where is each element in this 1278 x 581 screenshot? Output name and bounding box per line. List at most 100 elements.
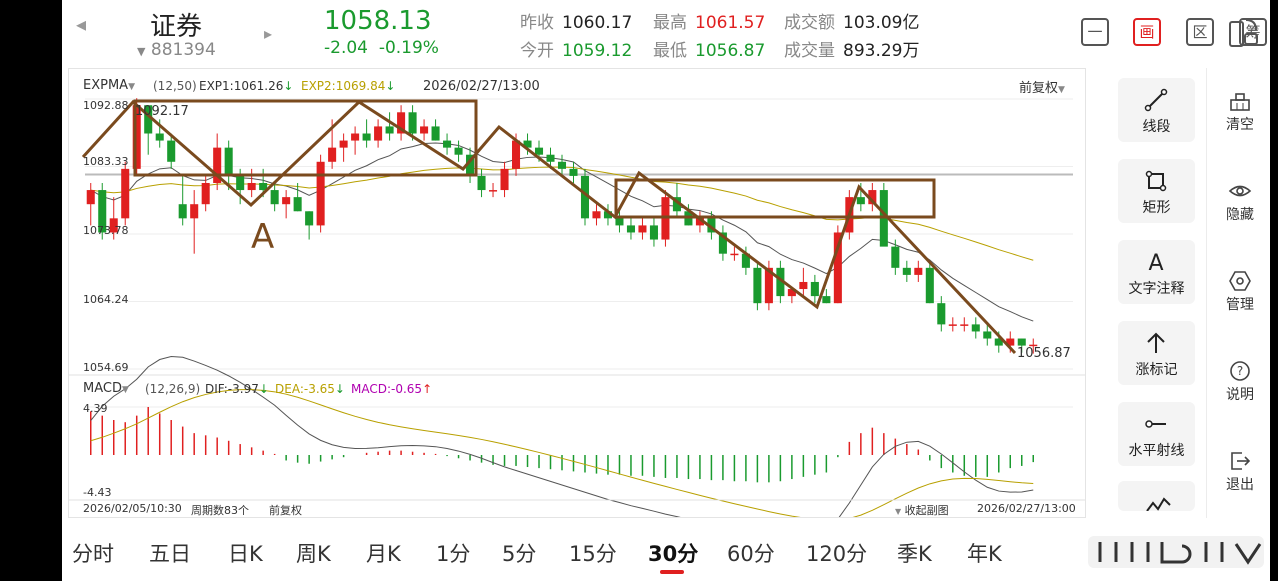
tool-2[interactable]: A 文字注释 [1118, 240, 1195, 304]
low-label: 1056.87 [1017, 346, 1071, 361]
candle-body [247, 182, 256, 191]
adjust-selector[interactable]: 前复权▼ [1019, 77, 1065, 96]
candle-body [960, 324, 969, 326]
side-1[interactable]: 隐藏 [1212, 180, 1268, 224]
candle-body [557, 161, 567, 169]
toolbar-toggle-icon [1088, 536, 1264, 568]
tab-3[interactable]: 周K [296, 538, 331, 568]
tab-12[interactable]: 年K [967, 538, 1002, 568]
candle-body [270, 190, 279, 205]
tab-1[interactable]: 五日 [149, 538, 191, 568]
stat-value: 1056.87 [695, 41, 766, 61]
exp1-value: EXP1:1061.26↓ [199, 79, 294, 93]
candle-body [86, 190, 95, 205]
candle-body [431, 126, 440, 141]
help-icon: ? [1212, 360, 1268, 382]
adjust-text: 前复权 [1019, 81, 1059, 96]
candle-body [178, 204, 187, 219]
change-pct: -0.19% [378, 38, 439, 58]
toolbar-toggle[interactable] [1086, 530, 1268, 574]
tab-10[interactable]: 120分 [806, 538, 867, 568]
svg-text:A: A [1148, 251, 1163, 274]
y-tick-3: 1064.24 [83, 293, 129, 306]
prev-stock-arrow[interactable]: ◂ [76, 12, 86, 36]
side-3[interactable]: ? 说明 [1212, 360, 1268, 404]
candle-body [914, 267, 923, 275]
candle-body [282, 197, 291, 205]
end-date: 2026/02/27/13:00 [977, 502, 1076, 515]
dea-value: DEA:-3.65↓ [275, 382, 345, 396]
dif-text: DIF:-3.97 [205, 382, 259, 396]
candle-body [293, 197, 302, 212]
exp2-text: EXP2:1069.84 [301, 79, 386, 93]
candle-body [155, 133, 164, 141]
cursor-datetime: 2026/02/27/13:00 [423, 79, 540, 94]
candle-body [489, 190, 498, 192]
indicator-name: EXPMA [83, 78, 129, 93]
collapse-subchart-button[interactable]: ▼ 收起副图 [895, 502, 949, 518]
tool-label: 涨标记 [1135, 362, 1178, 378]
annotation-a[interactable]: A [251, 217, 274, 257]
macd-bottom-label: -4.43 [83, 486, 112, 499]
tab-6[interactable]: 5分 [502, 538, 536, 568]
tab-7[interactable]: 15分 [569, 538, 617, 568]
dropdown-icon[interactable]: ▼ [137, 45, 145, 58]
candle-body [856, 197, 865, 205]
tab-0[interactable]: 分时 [72, 538, 114, 568]
candle-body [546, 154, 555, 162]
tab-4[interactable]: 月K [366, 538, 401, 568]
side-4[interactable]: 退出 [1212, 450, 1268, 494]
tool-0[interactable]: 线段 [1118, 78, 1195, 142]
indicator-selector[interactable]: EXPMA▼ [83, 78, 135, 93]
side-label: 说明 [1226, 387, 1254, 403]
side-2[interactable]: 管理 [1212, 270, 1268, 314]
side-label: 管理 [1226, 297, 1254, 313]
tool-4[interactable]: 水平射线 [1118, 402, 1195, 466]
stat-label: 成交量 [784, 41, 835, 61]
exit-icon [1212, 450, 1268, 472]
tab-11[interactable]: 季K [897, 538, 932, 568]
stock-name: 证券 [150, 12, 203, 42]
tool-label: 文字注释 [1128, 281, 1185, 297]
stat-value: 893.29万 [843, 41, 920, 61]
tool-3[interactable]: 涨标记 [1118, 321, 1195, 385]
candle-body [799, 281, 808, 290]
active-tab-indicator [660, 570, 684, 574]
tab-5[interactable]: 1分 [436, 538, 470, 568]
candle-body [626, 225, 635, 233]
candle-body [477, 175, 486, 191]
kline-chart[interactable] [69, 69, 1085, 517]
candle-body [649, 225, 658, 240]
header-button-1[interactable]: 画 [1133, 18, 1161, 46]
macd-selector[interactable]: MACD▼ [83, 381, 129, 396]
tab-8[interactable]: 30分 [648, 538, 698, 568]
candle-body [810, 281, 819, 297]
stat-2: 成交额 103.09亿 [784, 8, 919, 33]
stat-4: 最低 1056.87 [653, 36, 765, 61]
stat-0: 昨收 1060.17 [520, 8, 632, 33]
header-button-2[interactable]: 区 [1186, 18, 1214, 46]
chart-area[interactable]: EXPMA▼ (12,50) EXP1:1061.26↓ EXP2:1069.8… [68, 68, 1086, 518]
y-tick-2: 1073.78 [83, 224, 129, 237]
candle-body [385, 126, 394, 134]
side-label: 清空 [1226, 117, 1254, 133]
side-0[interactable]: 清空 [1212, 90, 1268, 134]
side-label: 隐藏 [1226, 207, 1254, 223]
tool-1[interactable]: 矩形 [1118, 159, 1195, 223]
candle-body [316, 161, 325, 226]
tool-label: 水平射线 [1128, 443, 1185, 459]
rotate-screen-icon[interactable] [1226, 16, 1260, 54]
tool-more[interactable] [1118, 481, 1195, 511]
stat-label: 最高 [653, 13, 687, 33]
stock-code-text: 881394 [150, 40, 216, 60]
header-button-0[interactable]: 一 [1081, 18, 1109, 46]
dif-value: DIF:-3.97↓ [205, 382, 269, 396]
tab-9[interactable]: 60分 [727, 538, 775, 568]
candle-body [638, 225, 647, 233]
tab-2[interactable]: 日K [228, 538, 263, 568]
next-stock-arrow[interactable]: ▸ [264, 24, 272, 43]
candle-body [615, 218, 624, 226]
candle-body [339, 140, 348, 148]
candle-body [500, 168, 509, 191]
stat-3: 今开 1059.12 [520, 36, 632, 61]
